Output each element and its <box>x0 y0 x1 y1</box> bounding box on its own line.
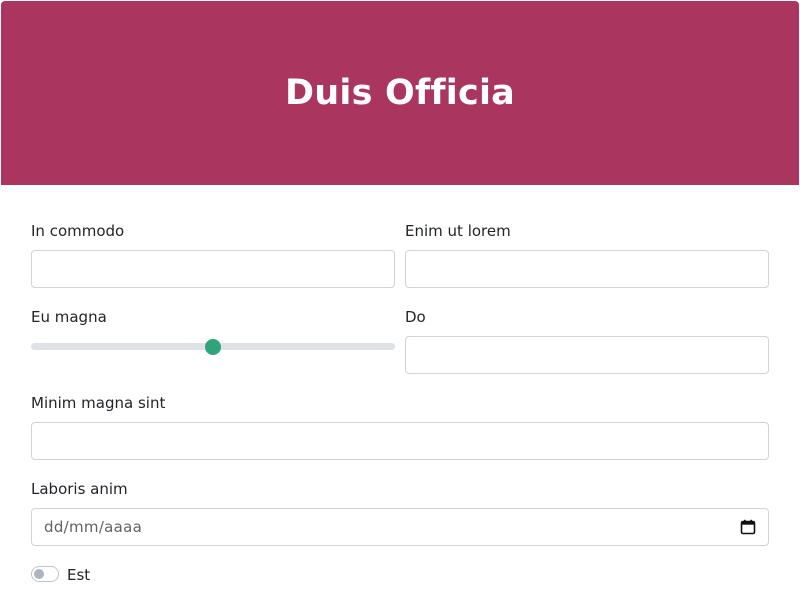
minim-magna-sint-input[interactable] <box>31 422 769 460</box>
laboris-anim-date-input[interactable]: dd/mm/aaaa <box>31 508 769 546</box>
eu-magna-label: Eu magna <box>31 308 107 326</box>
page-title: Duis Officia <box>285 73 515 113</box>
in-commodo-label: In commodo <box>31 222 125 240</box>
enim-ut-lorem-input[interactable] <box>405 250 769 288</box>
enim-ut-lorem-label: Enim ut lorem <box>405 222 511 240</box>
do-input[interactable] <box>405 336 769 374</box>
date-placeholder: dd/mm/aaaa <box>44 518 143 536</box>
laboris-anim-label: Laboris anim <box>31 480 128 498</box>
est-toggle[interactable] <box>31 566 59 582</box>
do-label: Do <box>405 308 426 326</box>
toggle-knob[interactable] <box>34 569 44 579</box>
est-label: Est <box>67 566 91 584</box>
form-header: Duis Officia <box>1 1 799 185</box>
in-commodo-input[interactable] <box>31 250 395 288</box>
eu-magna-slider[interactable] <box>31 339 395 355</box>
calendar-icon[interactable] <box>740 519 756 535</box>
slider-thumb[interactable] <box>205 339 221 355</box>
minim-magna-sint-label: Minim magna sint <box>31 394 166 412</box>
